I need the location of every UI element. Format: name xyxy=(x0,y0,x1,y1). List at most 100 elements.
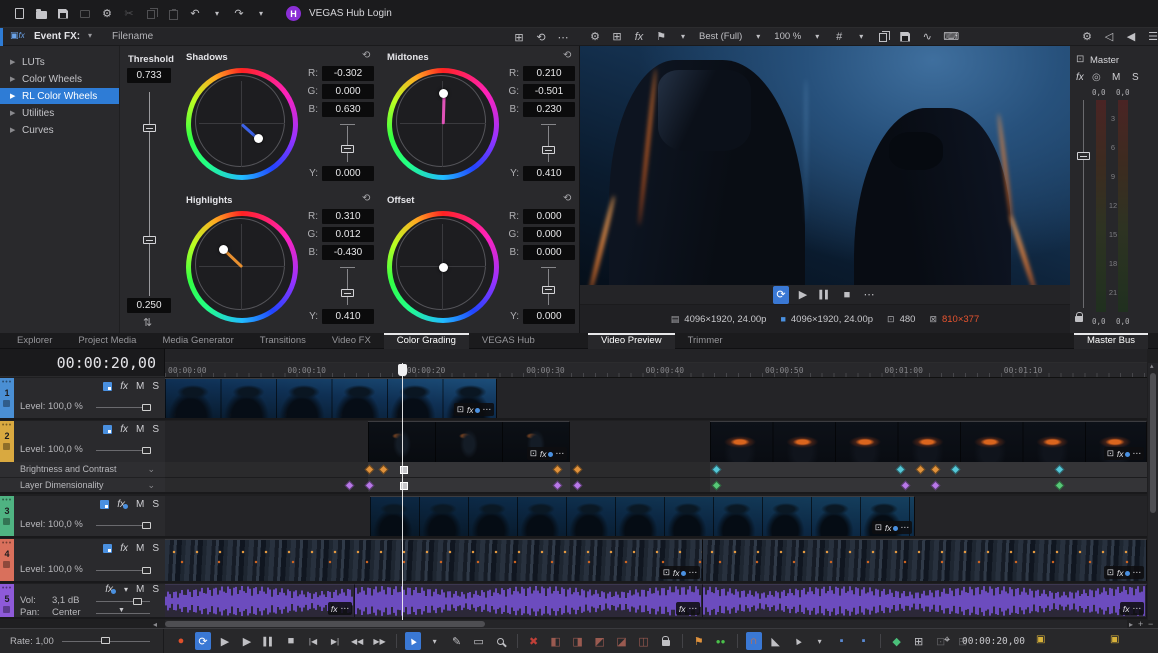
offset-color-wheel[interactable] xyxy=(387,211,499,323)
timecode-display-icon[interactable]: ⌨ xyxy=(941,28,961,46)
marker-lane[interactable] xyxy=(165,349,1147,363)
copy-snapshot-button[interactable]: ⊞ xyxy=(911,632,927,650)
more-icon[interactable]: ⋯ xyxy=(483,404,492,415)
sync-cursor-button[interactable]: ▪ xyxy=(856,632,872,650)
midtones-g-value[interactable]: -0.501 xyxy=(523,84,575,99)
event-badge[interactable]: ⊡fx⋯ xyxy=(527,447,567,460)
more-icon[interactable]: ⋯ xyxy=(1133,567,1142,578)
save-project-icon[interactable] xyxy=(55,5,71,23)
track-3-mute-button[interactable]: M xyxy=(136,499,144,510)
pause-button[interactable]: ▌▌ xyxy=(817,286,833,304)
tab-transitions[interactable]: Transitions xyxy=(247,333,319,349)
track-1-content[interactable]: ⊡fx⋯ xyxy=(165,378,1147,420)
shadows-g-value[interactable]: 0.000 xyxy=(322,84,374,99)
event-fx-icon[interactable]: fx xyxy=(540,449,547,459)
highlights-r-value[interactable]: 0.310 xyxy=(322,209,374,224)
track-4-mute-button[interactable]: M xyxy=(136,543,144,554)
event-badge[interactable]: ⊡fx⋯ xyxy=(454,403,494,416)
event-badge[interactable]: ⊡fx⋯ xyxy=(1104,566,1144,579)
rate-handle[interactable] xyxy=(101,637,110,644)
vscroll-thumb[interactable] xyxy=(1150,373,1156,513)
go-to-start-button[interactable]: |◀ xyxy=(305,632,321,650)
sidebar-item-utilities[interactable]: ▶Utilities xyxy=(0,105,119,121)
track-1-fx-button[interactable]: fx xyxy=(120,381,128,392)
threshold-low-handle[interactable] xyxy=(143,236,156,244)
redo-dropdown[interactable]: ▾ xyxy=(253,5,269,23)
split-screen-view-icon[interactable]: ⊞ xyxy=(609,28,625,46)
copy-frame-icon[interactable] xyxy=(875,28,891,46)
more-icon[interactable]: ⋯ xyxy=(689,567,698,578)
offset-wheel-dot[interactable] xyxy=(439,263,448,272)
auto-ripple-dropdown[interactable]: ▾ xyxy=(812,632,828,650)
downmix-speaker-icon[interactable]: ◁ xyxy=(1101,28,1117,46)
expand-track-keyframes-button[interactable]: ▪ xyxy=(834,632,850,650)
threshold-high-handle[interactable] xyxy=(143,124,156,132)
track-3-color-strip[interactable]: •••3 xyxy=(0,496,14,536)
transport-more-button[interactable]: ⋯ xyxy=(861,286,877,304)
audio-event[interactable]: fx⋯ xyxy=(165,584,355,617)
tab-master-bus[interactable]: Master Bus xyxy=(1074,333,1148,349)
horizontal-scrollbar[interactable] xyxy=(165,620,1127,628)
hscroll-thumb[interactable] xyxy=(165,621,485,627)
keyframe-diamond[interactable] xyxy=(573,465,583,475)
snapping-button[interactable]: ∩ xyxy=(746,632,762,650)
more-icon[interactable]: ⋯ xyxy=(341,603,350,614)
tab-video-preview[interactable]: Video Preview xyxy=(588,333,675,349)
master-lock-icon[interactable] xyxy=(1075,312,1083,325)
grid-overlay-icon[interactable]: # xyxy=(831,28,847,46)
threshold-slider-track[interactable] xyxy=(149,92,150,296)
crop-icon[interactable]: ⊡ xyxy=(1107,448,1114,459)
reset-chain-icon[interactable]: ⟲ xyxy=(533,28,549,46)
time-ruler[interactable]: 00:00:0000:00:1000:00:2000:00:3000:00:40… xyxy=(165,363,1147,378)
track-header-4[interactable]: •••4 fx M S Level: 100,0 % xyxy=(0,539,165,583)
layer-keyframe-row[interactable] xyxy=(165,478,1147,494)
crop-icon[interactable]: ⊡ xyxy=(457,404,464,415)
highlights-color-wheel[interactable] xyxy=(186,211,298,323)
track-5-solo-button[interactable]: S xyxy=(152,584,159,595)
track-2-keyframe-icon[interactable] xyxy=(103,425,112,434)
sidebar-item-color-wheels[interactable]: ▶Color Wheels xyxy=(0,71,119,87)
event-badge[interactable]: fx⋯ xyxy=(1120,602,1144,615)
event-badge[interactable]: ⊡fx⋯ xyxy=(1104,447,1144,460)
event-fx-icon[interactable]: fx xyxy=(1117,568,1124,578)
vscroll-up-arrow[interactable]: ▴ xyxy=(1150,362,1154,370)
event-fx-icon[interactable]: fx xyxy=(331,604,338,614)
event-fx-icon[interactable]: fx xyxy=(679,604,686,614)
quality-dropdown[interactable]: ▾ xyxy=(750,28,766,46)
play-button[interactable]: ▶ xyxy=(239,632,255,650)
threshold-low-value[interactable]: 0.250 xyxy=(127,298,171,313)
tab-trimmer[interactable]: Trimmer xyxy=(675,333,736,349)
keyframe-diamond[interactable] xyxy=(573,481,583,491)
crop-icon[interactable]: ⊡ xyxy=(663,567,670,578)
dim-output-speaker-icon[interactable]: ◀ xyxy=(1123,28,1139,46)
audio-event[interactable]: fx⋯ xyxy=(703,584,1147,617)
offset-b-value[interactable]: 0.000 xyxy=(523,245,575,260)
loop-playback-button[interactable]: ⟳ xyxy=(195,632,211,650)
event-fx-icon[interactable]: fx xyxy=(885,523,892,533)
track-4-solo-button[interactable]: S xyxy=(152,543,159,554)
marker-pin-icon[interactable]: ⌖ xyxy=(944,634,950,647)
tab-vegas-hub[interactable]: VEGAS Hub xyxy=(469,333,548,349)
track-1-level-handle[interactable] xyxy=(142,404,151,411)
split-trim-start-button[interactable]: ◩ xyxy=(592,632,608,650)
trim-start-button[interactable]: ◧ xyxy=(548,632,564,650)
track-2-mute-button[interactable]: M xyxy=(136,424,144,435)
loop-playback-button[interactable]: ⟳ xyxy=(773,286,789,304)
zoom-tool-button[interactable] xyxy=(493,632,509,650)
track-header-5[interactable]: •••5 fx ▾ M S Vol: 3,1 dB Pan: Center ▼ xyxy=(0,584,165,619)
track-1-color-strip[interactable]: •••1 xyxy=(0,378,14,418)
tab-explorer[interactable]: Explorer xyxy=(4,333,65,349)
event-badge[interactable]: fx⋯ xyxy=(328,602,352,615)
loudness-meter-icon[interactable]: ∿ xyxy=(919,28,935,46)
midtones-y-value[interactable]: 0.410 xyxy=(523,166,575,181)
vertical-scrollbar[interactable]: ▴ xyxy=(1148,363,1158,620)
audio-event[interactable]: fx⋯ xyxy=(355,584,703,617)
track-3-content[interactable]: ⊡fx⋯ xyxy=(165,496,1147,538)
track-5-fx-dropdown[interactable]: ▾ xyxy=(124,585,128,594)
track-5-pan-value[interactable]: Center xyxy=(52,607,81,618)
track-4-content[interactable]: ⊡fx⋯⊡fx⋯ xyxy=(165,539,1147,583)
shadows-y-handle[interactable] xyxy=(341,145,354,153)
cut-icon[interactable]: ✂ xyxy=(121,5,137,23)
loop-region-start-icon[interactable]: ▣ xyxy=(1036,634,1045,645)
pause-button[interactable]: ▌▌ xyxy=(261,632,277,650)
